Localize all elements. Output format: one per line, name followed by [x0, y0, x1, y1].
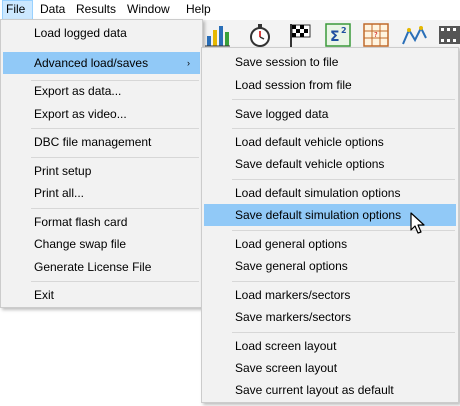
- menu-separator: [232, 332, 455, 333]
- menu-item-label: Load markers/sectors: [235, 288, 351, 302]
- submenu-arrow-icon: ›: [187, 58, 190, 68]
- menu-item-save-default-vehicle-options[interactable]: Save default vehicle options: [204, 153, 456, 175]
- menu-item-label: Change swap file: [34, 237, 127, 251]
- menu-item-advanced-load-saves[interactable]: Advanced load/saves ›: [3, 52, 200, 74]
- menu-item-exit[interactable]: Exit: [3, 284, 200, 306]
- menu-item-load-general-options[interactable]: Load general options: [204, 233, 456, 255]
- menu-item-label: Save general options: [235, 259, 348, 273]
- menu-item-label: Load logged data: [34, 26, 127, 40]
- menu-item-label: Print all...: [34, 186, 85, 200]
- bar-chart-icon[interactable]: [203, 20, 231, 50]
- menu-bar: File Data Results Window Help: [0, 0, 460, 21]
- menu-item-load-default-vehicle-options[interactable]: Load default vehicle options: [204, 131, 456, 153]
- menu-item-label: Load general options: [235, 237, 348, 251]
- menu-item-label: DBC file management: [34, 135, 152, 149]
- menu-separator: [31, 128, 199, 129]
- menu-item-save-screen-layout[interactable]: Save screen layout: [204, 357, 456, 379]
- menu-item-label: Save session to file: [235, 55, 339, 69]
- menu-separator: [232, 99, 455, 100]
- menu-separator: [232, 179, 455, 180]
- svg-text:2: 2: [341, 26, 347, 35]
- svg-text:Σ: Σ: [330, 29, 340, 45]
- menu-item-label: Save default simulation options: [235, 208, 402, 222]
- menu-data[interactable]: Data: [37, 0, 68, 20]
- menu-item-label: Load default vehicle options: [235, 135, 384, 149]
- menu-item-label: Print setup: [34, 164, 92, 178]
- menu-item-label: Load session from file: [235, 78, 352, 92]
- mouse-cursor-icon: [410, 212, 425, 234]
- menu-item-load-screen-layout[interactable]: Load screen layout: [204, 335, 456, 357]
- menu-item-label: Save current layout as default: [235, 383, 394, 397]
- menu-item-save-general-options[interactable]: Save general options: [204, 255, 456, 277]
- menu-item-label: Format flash card: [34, 215, 128, 229]
- sigma-squared-icon[interactable]: Σ 2: [324, 20, 352, 50]
- menu-item-label: Export as data...: [34, 84, 122, 98]
- menu-item-format-flash-card[interactable]: Format flash card: [3, 211, 200, 233]
- menu-item-label: Save screen layout: [235, 361, 338, 375]
- menu-results[interactable]: Results: [73, 0, 119, 20]
- menu-item-save-logged-data[interactable]: Save logged data: [204, 103, 456, 125]
- menu-item-load-session-from-file[interactable]: Load session from file: [204, 74, 456, 96]
- menu-item-change-swap-file[interactable]: Change swap file: [3, 233, 200, 255]
- menu-item-label: Export as video...: [34, 107, 127, 121]
- menu-item-label: Exit: [34, 288, 55, 302]
- menu-item-dbc-file-management[interactable]: DBC file management: [3, 131, 200, 153]
- menu-item-label: Load default simulation options: [235, 186, 401, 200]
- menu-separator: [31, 157, 199, 158]
- menu-item-label: Advanced load/saves: [34, 56, 149, 70]
- menu-item-save-markers-sectors[interactable]: Save markers/sectors: [204, 306, 456, 328]
- filmstrip-icon[interactable]: [438, 20, 460, 50]
- menu-item-load-default-simulation-options[interactable]: Load default simulation options: [204, 182, 456, 204]
- stopwatch-icon[interactable]: [246, 20, 274, 50]
- menu-item-export-video[interactable]: Export as video...: [3, 103, 200, 125]
- menu-item-load-markers-sectors[interactable]: Load markers/sectors: [204, 284, 456, 306]
- menu-item-save-session-to-file[interactable]: Save session to file: [204, 51, 456, 73]
- file-menu: Load logged data Advanced load/saves › E…: [0, 19, 203, 308]
- menu-item-label: Save markers/sectors: [235, 310, 352, 324]
- menu-item-print-setup[interactable]: Print setup: [3, 160, 200, 182]
- menu-separator: [31, 208, 199, 209]
- menu-item-label: Generate License File: [34, 260, 152, 274]
- menu-help[interactable]: Help: [183, 0, 214, 20]
- menu-file[interactable]: File: [2, 0, 33, 20]
- menu-separator: [232, 128, 455, 129]
- menu-separator: [232, 281, 455, 282]
- track-map-icon[interactable]: [400, 20, 428, 50]
- menu-item-save-current-layout-as-default[interactable]: Save current layout as default: [204, 379, 456, 401]
- menu-item-print-all[interactable]: Print all...: [3, 182, 200, 204]
- svg-text:?: ?: [374, 31, 378, 39]
- menu-item-load-logged-data[interactable]: Load logged data: [3, 22, 200, 44]
- checkered-flag-icon[interactable]: [286, 20, 314, 50]
- calculator-grid-icon[interactable]: ?: [362, 20, 390, 50]
- menu-window[interactable]: Window: [124, 0, 173, 20]
- menu-item-label: Save logged data: [235, 107, 329, 121]
- menu-item-label: Save default vehicle options: [235, 157, 385, 171]
- menu-item-label: Load screen layout: [235, 339, 337, 353]
- menu-item-generate-license-file[interactable]: Generate License File: [3, 256, 200, 278]
- menu-item-export-data[interactable]: Export as data...: [3, 80, 200, 102]
- menu-separator: [31, 281, 199, 282]
